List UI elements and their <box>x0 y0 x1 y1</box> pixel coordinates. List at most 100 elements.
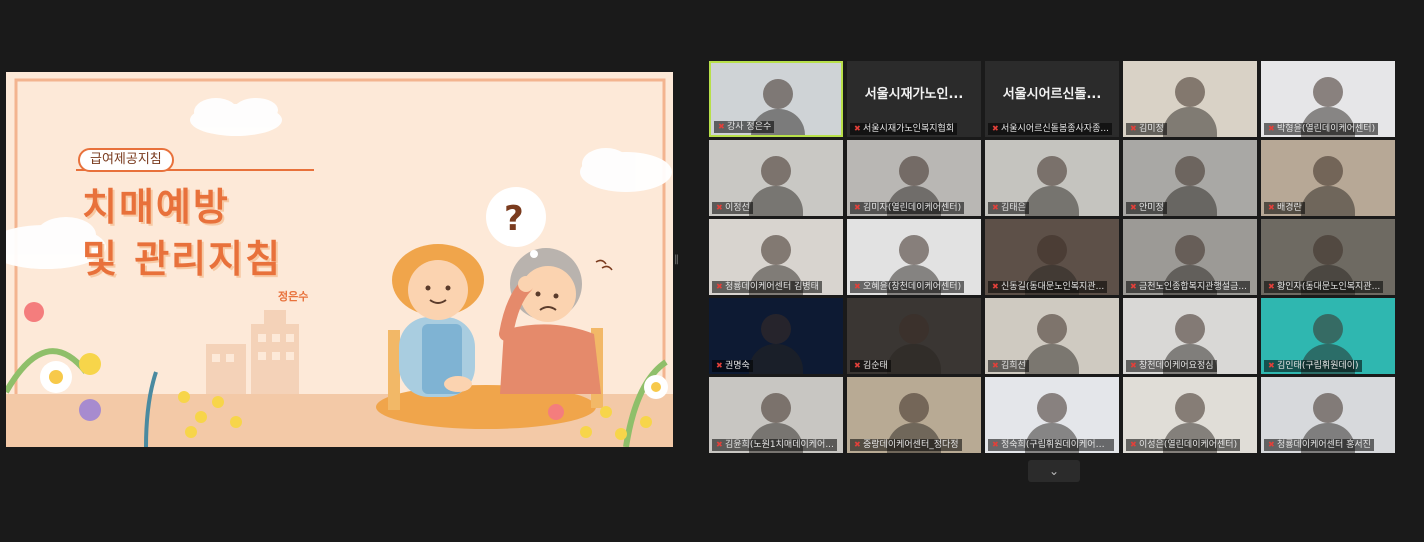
participant-name: 청룡데이케어센터 홍서진 <box>1264 439 1374 451</box>
participant-name: 신동길(동대문노인복지관... <box>988 281 1108 293</box>
mic-muted-icon: ✖ <box>716 361 723 370</box>
participant-tile[interactable]: 김태은 ✖ <box>985 140 1119 216</box>
participant-tile[interactable]: 김윤희(노원1치매데이케어... ✖ <box>709 377 843 453</box>
mic-muted-icon: ✖ <box>716 282 723 291</box>
video-person-silhouette <box>763 79 793 109</box>
participant-tile[interactable]: 강사 정은수 ✖ <box>709 61 843 137</box>
video-person-silhouette <box>1313 156 1343 186</box>
video-person-silhouette <box>1313 77 1343 107</box>
video-person-body <box>1163 107 1217 137</box>
participant-tile[interactable]: 김미자(열린데이케어센터) ✖ <box>847 140 981 216</box>
mic-muted-icon: ✖ <box>1130 282 1137 291</box>
participant-name: 금천노인종합복지관행설금... <box>1126 281 1250 293</box>
mic-muted-icon: ✖ <box>1130 124 1137 133</box>
slide-author: 정은수 <box>278 290 309 303</box>
mic-muted-icon: ✖ <box>1130 361 1137 370</box>
participant-tile[interactable]: 박형윤(열린데이케어센터) ✖ <box>1261 61 1395 137</box>
video-person-silhouette <box>1037 156 1067 186</box>
participant-name: 김윤희(노원1치매데이케어... <box>712 439 837 451</box>
participant-org-label: 서울시재가노인... <box>864 87 964 102</box>
mic-muted-icon: ✖ <box>1268 282 1275 291</box>
mic-muted-icon: ✖ <box>1268 440 1275 449</box>
mic-muted-icon: ✖ <box>1268 203 1275 212</box>
video-person-silhouette <box>1175 314 1205 344</box>
slide-title-line2: 및 관리지침 <box>82 237 283 281</box>
video-person-silhouette <box>1175 235 1205 265</box>
mic-muted-icon: ✖ <box>1130 203 1137 212</box>
video-person-body <box>749 344 803 374</box>
video-person-silhouette <box>761 156 791 186</box>
participant-tile[interactable]: 이성은(열린데이케어센터) ✖ <box>1123 377 1257 453</box>
participant-name: 김인태(구립휘원데이) <box>1264 360 1362 372</box>
video-person-silhouette <box>1313 393 1343 423</box>
video-person-silhouette <box>899 156 929 186</box>
mic-muted-icon: ✖ <box>854 282 861 291</box>
video-person-silhouette <box>1175 77 1205 107</box>
mic-muted-icon: ✖ <box>854 124 861 133</box>
mic-muted-icon: ✖ <box>1268 361 1275 370</box>
participant-name: 창천데이케어요정심 <box>1126 360 1217 372</box>
mic-muted-icon: ✖ <box>992 124 999 133</box>
video-person-silhouette <box>899 393 929 423</box>
participant-tile[interactable]: 창천데이케어요정심 ✖ <box>1123 298 1257 374</box>
video-person-body <box>1025 344 1079 374</box>
mic-muted-icon: ✖ <box>854 361 861 370</box>
participant-tile[interactable]: 안미정 ✖ <box>1123 140 1257 216</box>
participant-name: 김미자(열린데이케어센터) <box>850 202 965 214</box>
video-person-body <box>1163 186 1217 216</box>
question-mark: ? <box>504 199 524 239</box>
chevron-down-icon: ⌄ <box>1048 464 1060 478</box>
video-person-silhouette <box>1313 314 1343 344</box>
participant-tile[interactable]: 김인태(구립휘원데이) ✖ <box>1261 298 1395 374</box>
video-person-silhouette <box>761 314 791 344</box>
participant-tile[interactable]: 중랑데이케어센터_정다정 ✖ <box>847 377 981 453</box>
video-person-silhouette <box>1313 235 1343 265</box>
mic-muted-icon: ✖ <box>716 440 723 449</box>
participant-name: 정숙희(구립휘원데이케어센... <box>988 439 1114 451</box>
more-participants-button[interactable]: ⌄ <box>1028 460 1080 482</box>
mic-muted-icon: ✖ <box>992 282 999 291</box>
participant-name: 오혜윤(창천데이케어센터) <box>850 281 965 293</box>
video-person-body <box>1025 186 1079 216</box>
participant-tile[interactable]: 이정선 ✖ <box>709 140 843 216</box>
video-person-body <box>1301 186 1355 216</box>
participant-org-label: 서울시어르신돌... <box>1002 87 1102 102</box>
participant-tile[interactable]: 김미정 ✖ <box>1123 61 1257 137</box>
video-person-silhouette <box>1175 156 1205 186</box>
participant-gallery: 강사 정은수 ✖ 서울시재가노인... 서울시재가노인복지협회 ✖ 서울시어르신돌... 서… <box>709 61 1399 457</box>
video-person-silhouette <box>761 235 791 265</box>
video-person-body <box>749 186 803 216</box>
participant-name: 서울시어르신돌봄종사자종... <box>988 123 1112 135</box>
participant-tile[interactable]: 신동길(동대문노인복지관... ✖ <box>985 219 1119 295</box>
participant-name: 이성은(열린데이케어센터) <box>1126 439 1241 451</box>
mic-muted-icon: ✖ <box>992 203 999 212</box>
participant-tile[interactable]: 황인자(동대문노인복지관... ✖ <box>1261 219 1395 295</box>
participant-tile[interactable]: 서울시어르신돌... 서울시어르신돌봄종사자종... ✖ <box>985 61 1119 137</box>
video-person-silhouette <box>899 235 929 265</box>
slide-tag: 급여제공지침 <box>78 148 174 172</box>
shared-screen-slide: ? 급여제공지침 치매예방 및 관리지침 정은수 <box>6 72 673 447</box>
participant-tile[interactable]: 서울시재가노인... 서울시재가노인복지협회 ✖ <box>847 61 981 137</box>
participant-tile[interactable]: 정숙희(구립휘원데이케어센... ✖ <box>985 377 1119 453</box>
mic-muted-icon: ✖ <box>854 203 861 212</box>
participant-name: 박형윤(열린데이케어센터) <box>1264 123 1379 135</box>
resize-handle[interactable]: ‖ <box>674 252 679 268</box>
video-person-silhouette <box>1175 393 1205 423</box>
mic-muted-icon: ✖ <box>1130 440 1137 449</box>
mic-muted-icon: ✖ <box>716 203 723 212</box>
participant-tile[interactable]: 권명숙 ✖ <box>709 298 843 374</box>
video-person-body <box>887 344 941 374</box>
participant-tile[interactable]: 오혜윤(창천데이케어센터) ✖ <box>847 219 981 295</box>
slide-title-line1: 치매예방 <box>82 185 230 229</box>
mic-muted-icon: ✖ <box>718 122 725 131</box>
mic-muted-icon: ✖ <box>992 440 999 449</box>
participant-tile[interactable]: 금천노인종합복지관행설금... ✖ <box>1123 219 1257 295</box>
participant-tile[interactable]: 김희선 ✖ <box>985 298 1119 374</box>
video-person-silhouette <box>899 314 929 344</box>
mic-muted-icon: ✖ <box>992 361 999 370</box>
participant-tile[interactable]: 배경란 ✖ <box>1261 140 1395 216</box>
mic-muted-icon: ✖ <box>1268 124 1275 133</box>
participant-tile[interactable]: 청룡데이케어센터 홍서진 ✖ <box>1261 377 1395 453</box>
participant-tile[interactable]: 청룡데이케어센터 김병태 ✖ <box>709 219 843 295</box>
participant-tile[interactable]: 김순태 ✖ <box>847 298 981 374</box>
